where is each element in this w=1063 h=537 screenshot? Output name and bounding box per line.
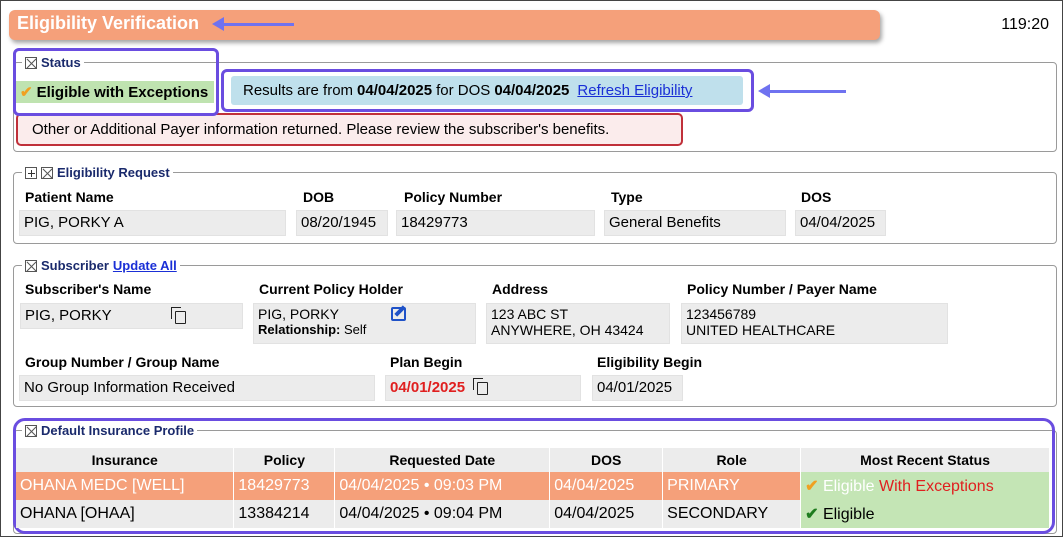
role-cell: SECONDARY: [662, 500, 802, 528]
plan-begin-value: 04/01/2025: [390, 379, 466, 396]
policy-number-label: Policy Number: [404, 189, 503, 205]
annotation-arrow-title: [212, 17, 294, 31]
payer-policy-number: 123456789: [686, 306, 757, 322]
edit-icon[interactable]: [391, 307, 406, 321]
policy-number-field[interactable]: 18429773: [396, 210, 595, 236]
payer-name: UNITED HEALTHCARE: [686, 322, 836, 338]
check-icon: ✔: [805, 506, 819, 523]
subscriber-name-field[interactable]: PIG, PORKY: [20, 303, 243, 329]
table-row[interactable]: OHANA MEDC [WELL] 18429773 04/04/2025 • …: [16, 472, 1050, 500]
type-label: Type: [611, 189, 643, 205]
dob-field[interactable]: 08/20/1945: [296, 210, 388, 236]
expand-plus-icon[interactable]: [25, 166, 37, 179]
patient-name-label: Patient Name: [25, 189, 114, 205]
policy-cell: 18429773: [233, 472, 336, 500]
address-field[interactable]: 123 ABC ST ANYWHERE, OH 43424: [486, 303, 670, 344]
collapse-checkbox-icon[interactable]: [25, 259, 37, 272]
request-legend-label: Eligibility Request: [57, 165, 170, 180]
status-exception-text: With Exceptions: [878, 478, 994, 495]
policy-payer-label: Policy Number / Payer Name: [687, 281, 877, 297]
column-header[interactable]: Role: [662, 448, 802, 472]
dos-cell: 04/04/2025: [549, 472, 664, 500]
role-cell: PRIMARY: [662, 472, 802, 500]
address-label: Address: [492, 281, 549, 297]
check-icon: ✔: [805, 478, 819, 495]
group-label: Group Number / Group Name: [25, 354, 220, 370]
group-field[interactable]: No Group Information Received: [19, 375, 375, 401]
subscriber-legend: Subscriber Update All: [22, 258, 180, 273]
dos-field[interactable]: 04/04/2025: [795, 210, 886, 236]
type-field[interactable]: General Benefits: [604, 210, 786, 236]
table-row[interactable]: OHANA [OHAA] 13384214 04/04/2025 • 09:04…: [16, 500, 1050, 528]
request-legend: Eligibility Request: [22, 165, 173, 180]
requested-date-cell: 04/04/2025 • 09:03 PM: [334, 472, 551, 500]
policy-holder-field[interactable]: PIG, PORKY Relationship: Self: [253, 303, 476, 344]
dob-label: DOB: [303, 189, 335, 205]
subscriber-legend-label: Subscriber: [41, 258, 109, 273]
dos-cell: 04/04/2025: [549, 500, 664, 528]
requested-date-cell: 04/04/2025 • 09:04 PM: [334, 500, 551, 528]
collapse-checkbox-icon[interactable]: [41, 166, 53, 179]
status-cell: ✔ Eligible: [800, 500, 1050, 528]
plan-begin-label: Plan Begin: [390, 354, 463, 370]
subscriber-name-label: Subscriber's Name: [25, 281, 152, 297]
policy-cell: 13384214: [233, 500, 336, 528]
subscriber-name-value: PIG, PORKY: [25, 307, 112, 324]
payer-alert: Other or Additional Payer information re…: [16, 113, 683, 146]
annotation-arrow-results: [758, 84, 846, 98]
eligibility-begin-field[interactable]: 04/01/2025: [592, 375, 683, 401]
plan-begin-field[interactable]: 04/01/2025: [385, 375, 581, 401]
relationship-label: Relationship:: [258, 322, 341, 337]
column-header[interactable]: Requested Date: [334, 448, 551, 472]
dos-label: DOS: [801, 189, 832, 205]
annotation-highlight-status: [13, 48, 219, 116]
status-text: Eligible: [822, 506, 875, 523]
address-line2: ANYWHERE, OH 43424: [491, 322, 644, 338]
column-header[interactable]: DOS: [549, 448, 664, 472]
annotation-highlight-results: [221, 69, 754, 112]
policy-holder-label: Current Policy Holder: [259, 281, 403, 297]
patient-name-field[interactable]: PIG, PORKY A: [19, 210, 286, 236]
status-cell: ✔ Eligible With Exceptions: [800, 472, 1050, 500]
status-text: Eligible: [822, 478, 875, 495]
policy-holder-name: PIG, PORKY: [258, 306, 339, 322]
insurance-table: Insurance Policy Requested Date DOS Role…: [16, 448, 1050, 528]
page-title: Eligibility Verification: [17, 13, 200, 33]
update-all-link[interactable]: Update All: [113, 258, 177, 273]
column-header[interactable]: Most Recent Status: [800, 448, 1050, 472]
session-timer: 119:20: [1001, 16, 1049, 33]
address-line1: 123 ABC ST: [491, 306, 569, 322]
policy-payer-field[interactable]: 123456789 UNITED HEALTHCARE: [681, 303, 948, 344]
column-header[interactable]: Insurance: [16, 448, 235, 472]
insurance-cell: OHANA MEDC [WELL]: [16, 472, 235, 500]
insurance-cell: OHANA [OHAA]: [16, 500, 235, 528]
table-header-row: Insurance Policy Requested Date DOS Role…: [16, 448, 1050, 472]
copy-icon[interactable]: [171, 307, 186, 324]
column-header[interactable]: Policy: [233, 448, 336, 472]
relationship-value: Self: [343, 322, 367, 337]
eligibility-begin-label: Eligibility Begin: [597, 354, 703, 370]
copy-icon[interactable]: [473, 377, 489, 395]
